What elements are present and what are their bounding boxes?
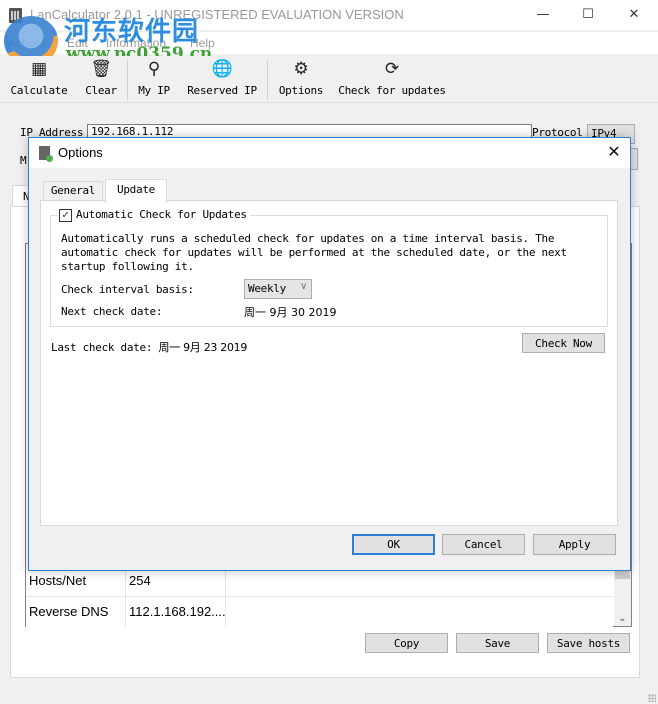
calculator-icon: ▦ bbox=[31, 59, 47, 79]
options-dialog: Options ✕ General ✓ Automatic Check for … bbox=[28, 137, 631, 571]
scroll-down-arrow-icon[interactable]: ⌄ bbox=[614, 613, 631, 624]
options-button[interactable]: ⚙ Options bbox=[277, 58, 325, 100]
chevron-down-icon: ∨ bbox=[299, 281, 307, 292]
dialog-app-icon bbox=[39, 146, 53, 162]
dialog-title-bar: Options ✕ bbox=[29, 138, 630, 168]
auto-check-checkbox[interactable]: ✓ bbox=[59, 209, 72, 222]
copy-button[interactable]: Copy bbox=[365, 633, 448, 653]
check-for-updates-button[interactable]: ⟳ Check for updates bbox=[338, 58, 446, 100]
save-button[interactable]: Save bbox=[456, 633, 539, 653]
globe-cursor-icon: 🌐 bbox=[211, 59, 233, 79]
toolbar-separator bbox=[267, 60, 268, 100]
resize-grip[interactable] bbox=[648, 694, 656, 702]
ok-button[interactable]: OK bbox=[352, 534, 435, 555]
calculate-button[interactable]: ▦ Calculate bbox=[8, 58, 70, 100]
apply-button[interactable]: Apply bbox=[533, 534, 616, 555]
save-hosts-button[interactable]: Save hosts bbox=[547, 633, 630, 653]
reserved-ip-button[interactable]: 🌐 Reserved IP bbox=[186, 58, 258, 100]
maximize-button[interactable]: ☐ bbox=[565, 0, 611, 30]
close-button[interactable]: ✕ bbox=[611, 0, 657, 30]
dialog-title: Options bbox=[58, 145, 103, 160]
next-check-label: Next check date: bbox=[61, 305, 163, 318]
auto-check-label: Automatic Check for Updates bbox=[76, 208, 247, 221]
tab-general[interactable]: General bbox=[43, 181, 103, 200]
watermark-text: 河东软件园 bbox=[64, 17, 200, 47]
row-name: Reverse DNS bbox=[26, 597, 126, 627]
toolbar: ▦ Calculate 🗑 Clear ⚲ My IP 🌐 Reserved I… bbox=[0, 56, 658, 103]
row-value: 112.1.168.192.... bbox=[126, 597, 226, 627]
table-row[interactable]: Reverse DNS 112.1.168.192.... bbox=[26, 597, 613, 627]
auto-check-description: Automatically runs a scheduled check for… bbox=[61, 232, 567, 273]
next-check-value: 周一 9月 30 2019 bbox=[244, 306, 337, 319]
cancel-button[interactable]: Cancel bbox=[442, 534, 525, 555]
check-now-button[interactable]: Check Now bbox=[522, 333, 605, 353]
last-check-date: Last check date: 周一 9月 23 2019 bbox=[51, 339, 247, 355]
interval-label: Check interval basis: bbox=[61, 283, 194, 296]
toolbar-separator bbox=[127, 60, 128, 100]
minimize-button[interactable]: — bbox=[520, 0, 566, 30]
my-ip-button[interactable]: ⚲ My IP bbox=[134, 58, 174, 100]
update-tab-panel: ✓ Automatic Check for Updates Automatica… bbox=[40, 200, 618, 526]
gear-icon: ⚙ bbox=[293, 59, 309, 79]
dialog-close-button[interactable]: ✕ bbox=[604, 142, 624, 162]
last-check-value: 周一 9月 23 2019 bbox=[158, 341, 248, 354]
interval-select[interactable]: Weekly ∨ bbox=[244, 279, 312, 299]
trash-icon: 🗑 bbox=[90, 59, 112, 79]
interval-value: Weekly bbox=[248, 282, 286, 295]
tab-update[interactable]: Update bbox=[105, 179, 167, 202]
auto-check-group: ✓ Automatic Check for Updates Automatica… bbox=[50, 208, 608, 327]
refresh-icon: ⟳ bbox=[385, 59, 399, 79]
clear-button[interactable]: 🗑 Clear bbox=[80, 58, 122, 100]
mask-label: M bbox=[20, 154, 27, 167]
auto-check-option[interactable]: ✓ Automatic Check for Updates bbox=[57, 208, 250, 223]
last-check-label: Last check date: bbox=[51, 341, 153, 354]
location-pin-icon: ⚲ bbox=[147, 59, 161, 79]
